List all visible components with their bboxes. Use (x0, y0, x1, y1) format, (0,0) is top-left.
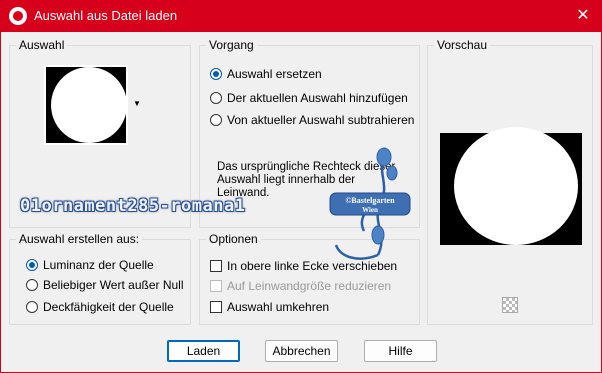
checkbox[interactable] (210, 301, 222, 313)
selection-thumbnail[interactable] (44, 65, 128, 145)
watermark-text: 01ornament285-romana1 (20, 196, 246, 216)
checkbox-auswahl-umkehren[interactable]: Auswahl umkehren (210, 300, 329, 314)
flower-ornament-icon: ©Bastelgarten Wien (329, 147, 411, 260)
checkbox[interactable] (210, 280, 222, 292)
radio-luminanz[interactable]: Luminanz der Quelle (26, 258, 154, 272)
radio-deckfaehigkeit[interactable]: Deckfähigkeit der Quelle (26, 300, 174, 314)
erstellen-group-title: Auswahl erstellen aus: (16, 232, 143, 246)
radio-auswahl-ersetzen[interactable]: Auswahl ersetzen (210, 67, 322, 81)
thumbnail-circle (51, 67, 127, 143)
radio-button[interactable] (210, 68, 222, 80)
radio-button[interactable] (26, 259, 38, 271)
optionen-group-title: Optionen (206, 232, 261, 246)
preview-image (440, 127, 582, 245)
title-bar: Auswahl aus Datei laden ✕ (0, 0, 602, 32)
transparency-checker-icon[interactable] (502, 297, 518, 313)
laden-button[interactable]: Laden (167, 340, 240, 362)
stamp-line2: Wien (362, 206, 378, 214)
radio-label: Auswahl ersetzen (227, 67, 322, 81)
window-title: Auswahl aus Datei laden (34, 8, 178, 23)
checkbox-leinwandgroesse[interactable]: Auf Leinwandgröße reduzieren (210, 279, 391, 293)
radio-button[interactable] (26, 301, 38, 313)
checkbox-label: Auf Leinwandgröße reduzieren (227, 279, 392, 293)
abbrechen-button[interactable]: Abbrechen (265, 340, 338, 362)
radio-button[interactable] (210, 114, 222, 126)
stamp-line1: ©Bastelgarten (345, 196, 395, 205)
radio-button[interactable] (210, 92, 222, 104)
radio-auswahl-subtrahieren[interactable]: Von aktueller Auswahl subtrahieren (210, 113, 414, 127)
checkbox-label: Auswahl umkehren (227, 300, 330, 314)
radio-button[interactable] (26, 279, 38, 291)
radio-label: Von aktueller Auswahl subtrahieren (227, 113, 415, 127)
checkbox[interactable] (210, 260, 222, 272)
vorschau-group-title: Vorschau (434, 38, 491, 52)
vorgang-group-title: Vorgang (206, 38, 257, 52)
radio-beliebiger-wert[interactable]: Beliebiger Wert außer Null (26, 278, 184, 292)
close-button[interactable]: ✕ (570, 4, 596, 28)
radio-label: Beliebiger Wert außer Null (43, 278, 184, 292)
app-logo-icon (9, 7, 27, 25)
auswahl-group-title: Auswahl (16, 38, 68, 52)
radio-auswahl-hinzufuegen[interactable]: Der aktuellen Auswahl hinzufügen (210, 91, 408, 105)
radio-label: Der aktuellen Auswahl hinzufügen (227, 91, 408, 105)
chevron-down-icon[interactable]: ▼ (133, 99, 141, 108)
radio-label: Deckfähigkeit der Quelle (43, 300, 174, 314)
preview-circle (454, 127, 578, 245)
radio-label: Luminanz der Quelle (43, 258, 154, 272)
hilfe-button[interactable]: Hilfe (364, 340, 437, 362)
